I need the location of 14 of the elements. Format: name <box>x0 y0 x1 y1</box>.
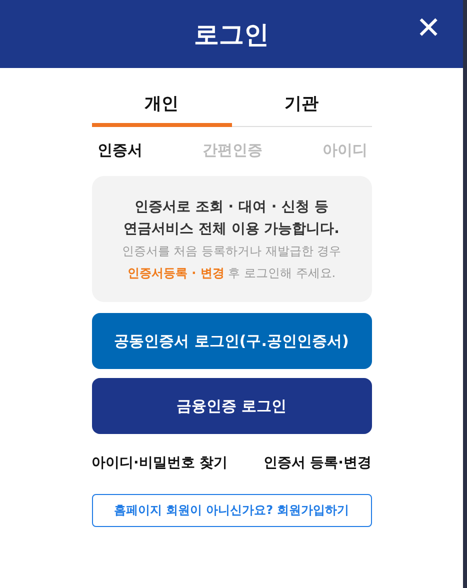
close-button[interactable]: ✕ <box>412 14 445 44</box>
window-title: 로그인 <box>194 18 269 50</box>
notice-text: 인증서를 처음 등록하거나 재발급한 경우 <box>122 243 342 260</box>
login-button[interactable]: 공동인증서 로그인(구.공인인증서) <box>92 313 372 369</box>
notice-headline: 인증서로 조회 · 대여 · 신청 등 <box>134 198 328 217</box>
text-link[interactable]: 아이디·비밀번호 찾기 <box>92 454 228 472</box>
notice-text: 인증서등록 · 변경 후 로그인해 주세요. <box>127 265 336 282</box>
notice-headline: 연금서비스 전체 이용 가능합니다. <box>124 220 340 239</box>
text-link[interactable]: 인증서 등록·변경 <box>263 454 372 472</box>
sub-tab[interactable]: 인증서 <box>98 141 142 160</box>
signup-button[interactable]: 홈페이지 회원이 아니신가요? 회원가입하기 <box>92 494 372 527</box>
tab[interactable]: 개인 <box>92 88 232 127</box>
login-button[interactable]: 금융인증 로그인 <box>92 378 372 434</box>
tab[interactable]: 기관 <box>232 88 372 127</box>
